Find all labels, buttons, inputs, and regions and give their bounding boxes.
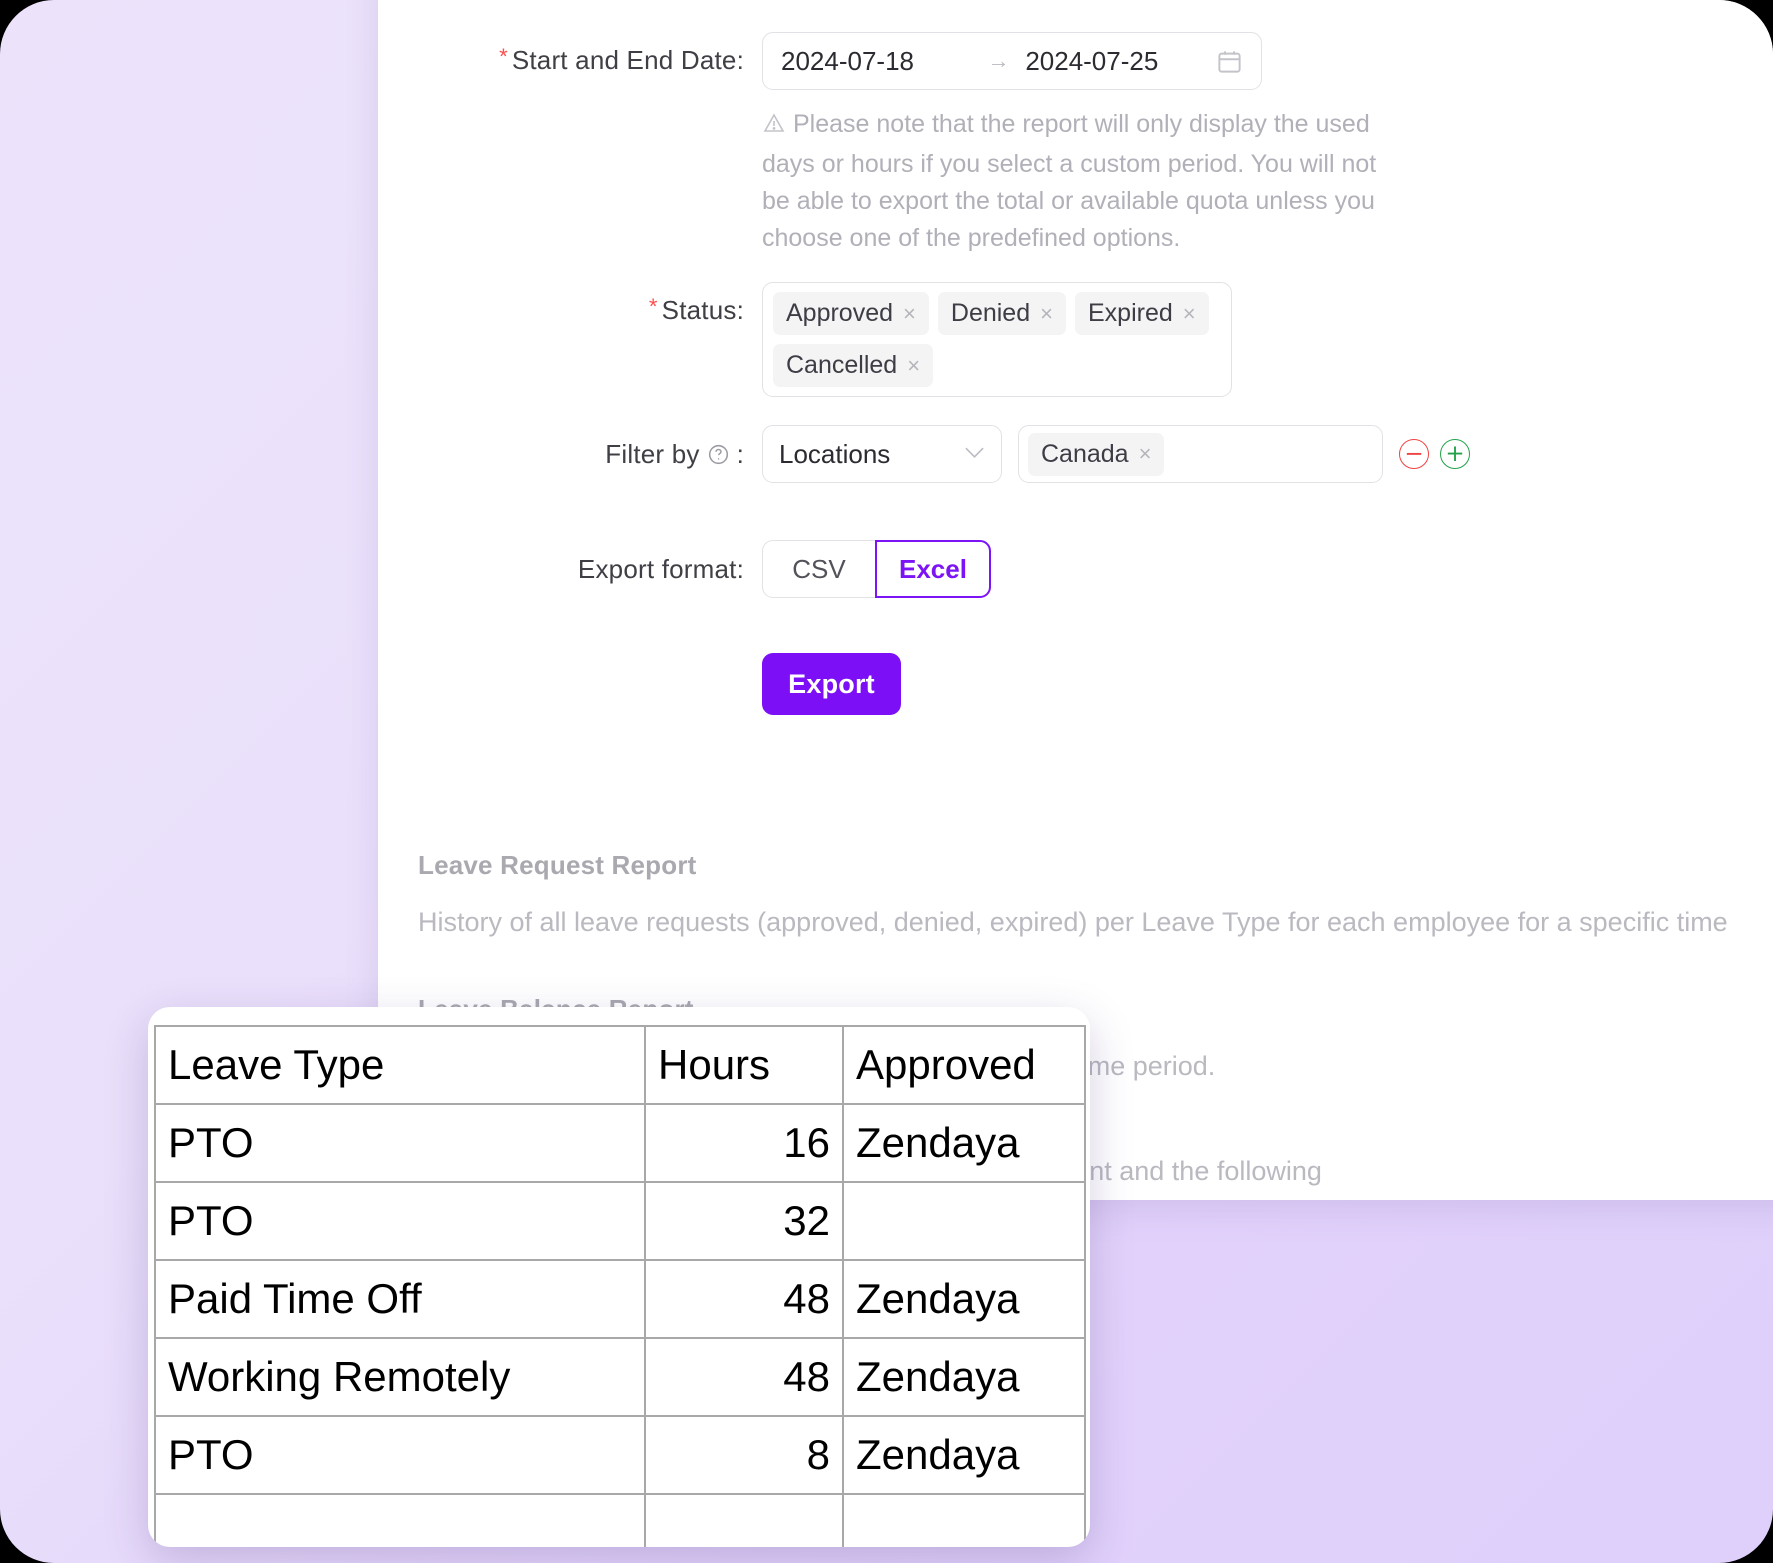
- close-icon[interactable]: ×: [903, 302, 916, 325]
- close-icon[interactable]: ×: [1040, 302, 1053, 325]
- status-tag-label: Expired: [1087, 299, 1173, 327]
- date-range-arrow-icon: →: [987, 48, 1010, 73]
- filter-by-label: Filter by :: [605, 438, 744, 469]
- cell-leave-type: PTO: [154, 1415, 646, 1495]
- filter-value-tag-label: Canada: [1041, 439, 1129, 468]
- export-format-segmented-control[interactable]: CSV Excel: [762, 540, 991, 598]
- cell-leave-type: PTO: [154, 1103, 646, 1183]
- status-tag-label: Cancelled: [786, 351, 898, 379]
- column-header-approved: Approved: [842, 1025, 1086, 1105]
- cell-approved: Zendaya: [842, 1337, 1086, 1417]
- table-header-row: Leave Type Hours Approved: [154, 1025, 1086, 1105]
- status-tag-label: Approved: [786, 299, 894, 327]
- required-asterisk: *: [499, 44, 508, 69]
- minus-circle-icon[interactable]: −: [1399, 439, 1429, 469]
- cell-hours: 8: [644, 1415, 844, 1495]
- date-range-row: * Start and End Date: 2024-07-18 → 2024-0…: [496, 32, 1402, 257]
- cell-leave-type: Working Remotely: [154, 1337, 646, 1417]
- cell-approved: [842, 1181, 1086, 1261]
- status-tag[interactable]: Approved ×: [773, 292, 929, 335]
- status-label: * Status:: [648, 294, 744, 325]
- cell-hours: 16: [644, 1103, 844, 1183]
- cell-leave-type: [154, 1493, 646, 1547]
- export-format-option-csv[interactable]: CSV: [762, 540, 875, 598]
- export-button[interactable]: Export: [762, 653, 901, 715]
- filter-value-tag[interactable]: Canada ×: [1028, 432, 1165, 476]
- end-date-value[interactable]: 2024-07-25: [1025, 46, 1216, 77]
- close-icon[interactable]: ×: [1139, 443, 1152, 465]
- cell-leave-type: PTO: [154, 1181, 646, 1261]
- status-tag[interactable]: Denied ×: [937, 292, 1066, 335]
- cell-leave-type: Paid Time Off: [154, 1259, 646, 1339]
- plus-circle-icon[interactable]: +: [1440, 439, 1470, 469]
- required-asterisk: *: [648, 294, 658, 319]
- cell-approved: Zendaya: [842, 1259, 1086, 1339]
- column-header-leave-type: Leave Type: [154, 1025, 646, 1105]
- cell-approved: Zendaya: [842, 1415, 1086, 1495]
- table-row: [154, 1493, 1086, 1547]
- status-tag[interactable]: Cancelled ×: [773, 344, 934, 387]
- export-format-option-excel[interactable]: Excel: [875, 540, 991, 598]
- filter-dimension-select[interactable]: Locations: [762, 425, 1002, 483]
- leave-data-table: Leave Type Hours Approved PTO 16 Zendaya…: [154, 1025, 1086, 1547]
- filter-value-multiselect[interactable]: Canada ×: [1018, 425, 1383, 483]
- filter-dimension-value: Locations: [779, 438, 891, 469]
- status-tag-label: Denied: [950, 299, 1031, 327]
- calendar-icon[interactable]: [1216, 48, 1243, 75]
- spreadsheet-overlay-card: Leave Type Hours Approved PTO 16 Zendaya…: [148, 1007, 1090, 1547]
- date-range-label: * Start and End Date:: [499, 44, 744, 75]
- filter-by-row: Filter by : Locations Canada × − +: [496, 425, 1470, 483]
- status-row: * Status: Approved × Denied × Expired × C…: [496, 282, 1232, 397]
- start-date-value[interactable]: 2024-07-18: [781, 46, 972, 77]
- table-row: Working Remotely 48 Zendaya: [154, 1337, 1086, 1417]
- export-format-label: Export format:: [577, 553, 744, 584]
- report-title: Leave Request Report: [418, 850, 697, 880]
- status-multiselect[interactable]: Approved × Denied × Expired × Cancelled …: [762, 282, 1232, 397]
- question-circle-icon[interactable]: [707, 443, 730, 466]
- date-range-note-text: Please note that the report will only di…: [762, 110, 1377, 252]
- cell-hours: [644, 1493, 844, 1547]
- status-tag[interactable]: Expired ×: [1074, 292, 1209, 335]
- table-row: Paid Time Off 48 Zendaya: [154, 1259, 1086, 1339]
- table-row: PTO 16 Zendaya: [154, 1103, 1086, 1183]
- cell-hours: 48: [644, 1337, 844, 1417]
- cell-hours: 48: [644, 1259, 844, 1339]
- app-background: * Start and End Date: 2024-07-18 → 2024-0…: [0, 0, 1773, 1563]
- warning-triangle-icon: [762, 109, 786, 146]
- chevron-down-icon[interactable]: [964, 443, 985, 465]
- column-header-hours: Hours: [644, 1025, 844, 1105]
- close-icon[interactable]: ×: [1183, 302, 1196, 325]
- date-range-note: Please note that the report will only di…: [762, 106, 1402, 257]
- table-row: PTO 8 Zendaya: [154, 1415, 1086, 1495]
- cell-approved: [842, 1493, 1086, 1547]
- table-row: PTO 32: [154, 1181, 1086, 1261]
- report-description: History of all leave requests (approved,…: [418, 907, 1728, 937]
- cell-approved: Zendaya: [842, 1103, 1086, 1183]
- close-icon[interactable]: ×: [907, 354, 920, 377]
- cell-hours: 32: [644, 1181, 844, 1261]
- export-format-row: Export format: CSV Excel: [496, 540, 991, 598]
- date-range-input[interactable]: 2024-07-18 → 2024-07-25: [762, 32, 1262, 90]
